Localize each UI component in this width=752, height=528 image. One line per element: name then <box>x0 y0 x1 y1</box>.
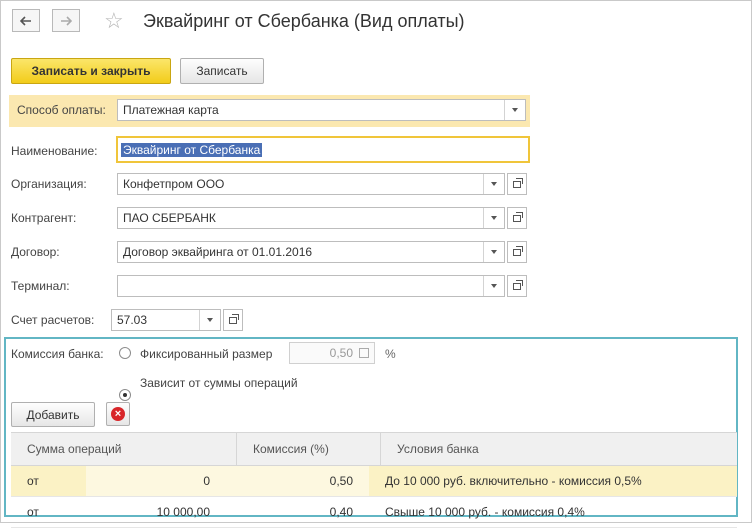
forward-button[interactable] <box>52 9 80 32</box>
column-header-conditions[interactable]: Условия банка <box>381 433 737 465</box>
open-icon <box>513 279 523 290</box>
payment-method-select[interactable]: Платежная карта <box>117 99 526 121</box>
delete-button[interactable]: × <box>106 402 130 426</box>
row-prefix: от <box>27 474 39 488</box>
name-value: Эквайринг от Сбербанка <box>121 142 263 157</box>
account-value: 57.03 <box>117 313 148 327</box>
contract-value: Договор эквайринга от 01.01.2016 <box>123 245 313 259</box>
fixed-radio[interactable] <box>119 347 131 359</box>
open-icon <box>229 313 239 324</box>
counterparty-label: Контрагент: <box>11 211 77 225</box>
contract-label: Договор: <box>11 245 60 259</box>
chevron-down-icon[interactable] <box>199 310 220 330</box>
chevron-down-icon[interactable] <box>504 100 525 120</box>
organization-label: Организация: <box>11 177 87 191</box>
terminal-select[interactable] <box>117 275 505 297</box>
delete-icon: × <box>111 407 125 421</box>
account-open-button[interactable] <box>223 309 243 331</box>
commission-label: Комиссия банка: <box>11 347 104 361</box>
table-row[interactable]: от 10 000,00 0,40 Свыше 10 000 руб. - ко… <box>11 497 737 528</box>
arrow-left-icon <box>20 15 31 26</box>
table-row[interactable]: от 0 0,50 До 10 000 руб. включительно - … <box>11 466 737 497</box>
terminal-label: Терминал: <box>11 279 70 293</box>
contract-open-button[interactable] <box>507 241 527 263</box>
column-header-amount[interactable]: Сумма операций <box>11 433 237 465</box>
account-select[interactable]: 57.03 <box>111 309 221 331</box>
row-conditions[interactable]: До 10 000 руб. включительно - комиссия 0… <box>369 466 737 496</box>
counterparty-select[interactable]: ПАО СБЕРБАНК <box>117 207 505 229</box>
depends-radio[interactable] <box>119 389 131 401</box>
table-header: Сумма операций Комиссия (%) Условия банк… <box>11 432 737 466</box>
payment-method-label: Способ оплаты: <box>17 103 106 117</box>
fixed-amount-input[interactable]: 0,50 <box>289 342 375 364</box>
chevron-down-icon[interactable] <box>483 276 504 296</box>
chevron-down-icon[interactable] <box>483 174 504 194</box>
back-button[interactable] <box>12 9 40 32</box>
open-icon <box>513 177 523 188</box>
page-title: Эквайринг от Сбербанка (Вид оплаты) <box>143 11 465 31</box>
percent-sign: % <box>385 347 396 361</box>
row-commission[interactable]: 0,50 <box>226 466 369 496</box>
calculator-icon[interactable] <box>359 348 369 358</box>
contract-select[interactable]: Договор эквайринга от 01.01.2016 <box>117 241 505 263</box>
save-button[interactable]: Записать <box>180 58 264 84</box>
chevron-down-icon[interactable] <box>483 208 504 228</box>
open-icon <box>513 211 523 222</box>
arrow-right-icon <box>61 15 72 26</box>
save-and-close-button[interactable]: Записать и закрыть <box>11 58 171 84</box>
terminal-open-button[interactable] <box>507 275 527 297</box>
star-icon[interactable]: ☆ <box>104 10 124 32</box>
column-header-commission[interactable]: Комиссия (%) <box>237 433 381 465</box>
add-button[interactable]: Добавить <box>11 402 95 427</box>
fixed-label[interactable]: Фиксированный размер <box>140 347 272 361</box>
fixed-amount-value: 0,50 <box>329 346 353 360</box>
organization-select[interactable]: Конфетпром ООО <box>117 173 505 195</box>
account-label: Счет расчетов: <box>11 313 95 327</box>
counterparty-open-button[interactable] <box>507 207 527 229</box>
payment-method-value: Платежная карта <box>123 103 219 117</box>
chevron-down-icon[interactable] <box>483 242 504 262</box>
depends-label[interactable]: Зависит от суммы операций <box>140 376 298 390</box>
row-amount[interactable]: 0 <box>86 466 226 496</box>
name-input[interactable]: Эквайринг от Сбербанка <box>116 136 530 163</box>
name-label: Наименование: <box>11 144 98 158</box>
organization-value: Конфетпром ООО <box>123 177 225 191</box>
organization-open-button[interactable] <box>507 173 527 195</box>
commission-table: Сумма операций Комиссия (%) Условия банк… <box>11 432 737 528</box>
open-icon <box>513 245 523 256</box>
counterparty-value: ПАО СБЕРБАНК <box>123 211 216 225</box>
